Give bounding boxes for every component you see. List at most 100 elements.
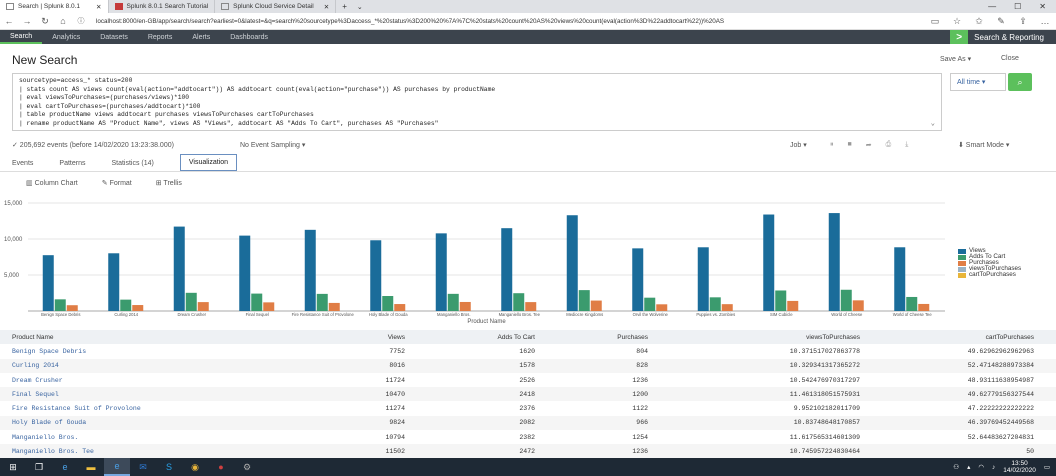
skype-icon[interactable]: S (156, 458, 182, 476)
product-name-cell[interactable]: Manganiello Bros. (0, 434, 300, 441)
column-header[interactable]: viewsToPurchases (648, 334, 860, 341)
x-tick-label: Curling 2014 (114, 312, 138, 317)
browser-tab-tutorial[interactable]: Splunk 8.0.1 Search Tutorial (109, 0, 216, 13)
x-tick-label: Holy Blade of Gouda (369, 312, 408, 317)
product-name-cell[interactable]: Benign Space Debris (0, 348, 300, 355)
favorites-icon[interactable]: ✩ (968, 16, 990, 27)
job-menu[interactable]: Job ▾ (790, 141, 807, 149)
tab-visualization[interactable]: Visualization (179, 154, 238, 171)
wifi-icon[interactable]: ◠ (978, 463, 984, 471)
bar-adds-to-cart (644, 297, 656, 311)
close-button[interactable]: Close (1001, 55, 1019, 62)
event-count-status: ✓ 205,692 events (before 14/02/2020 13:2… (12, 142, 174, 149)
edge-icon[interactable]: e (52, 458, 78, 476)
export-icon[interactable]: ⤓ (905, 141, 908, 149)
product-name-cell[interactable]: Final Sequel (0, 391, 300, 398)
product-name-cell[interactable]: Holy Blade of Gouda (0, 419, 300, 426)
app-name[interactable]: > Search & Reporting (950, 30, 1056, 44)
network-icon[interactable]: ▴ (967, 463, 970, 471)
more-icon[interactable]: … (1034, 16, 1056, 26)
tab-patterns[interactable]: Patterns (59, 160, 95, 171)
pause-icon[interactable]: ⏸ (830, 141, 834, 149)
legend-swatch (958, 248, 966, 254)
app-tab-search[interactable]: Search (0, 30, 43, 44)
bar-views (108, 253, 120, 311)
x-tick-label: Manganiello Bros. Tee (499, 312, 541, 317)
close-icon[interactable]: ✕ (96, 3, 101, 11)
app-icon[interactable]: ⚙ (234, 458, 260, 476)
maximize-icon[interactable]: ☐ (1014, 2, 1021, 11)
app-tab-datasets[interactable]: Datasets (90, 30, 138, 44)
trellis-menu[interactable]: ⊞ Trellis (156, 179, 182, 187)
url-input[interactable]: localhost:8000/en-GB/app/search/search?e… (90, 15, 924, 27)
clock[interactable]: 13:50 14/02/2020 (1003, 460, 1036, 474)
notes-icon[interactable]: ✎ (990, 16, 1012, 27)
event-sampling-dropdown[interactable]: No Event Sampling ▾ (240, 141, 305, 149)
column-header[interactable]: cartToPurchases (860, 334, 1034, 341)
expand-chevron-icon[interactable]: ⌄ (931, 120, 935, 129)
format-menu[interactable]: ✎ Format (102, 179, 132, 187)
people-icon[interactable]: ⚇ (953, 463, 959, 471)
product-name-cell[interactable]: Fire Resistance Suit of Provolone (0, 405, 300, 412)
tab-events[interactable]: Events (12, 160, 43, 171)
save-as-button[interactable]: Save As ▾ (940, 55, 971, 63)
table-cell: 10470 (385, 390, 405, 398)
search-button[interactable]: ⌕ (1008, 73, 1032, 91)
print-icon[interactable]: ⎙ (886, 141, 892, 149)
favorite-star-icon[interactable]: ☆ (946, 16, 968, 27)
close-window-icon[interactable]: ✕ (1039, 2, 1046, 11)
edge-active-icon[interactable]: e (104, 458, 130, 476)
table-cell: 1236 (632, 448, 648, 456)
browser-tab-label: Splunk 8.0.1 Search Tutorial (126, 3, 209, 10)
share-icon[interactable]: ⇪ (1012, 16, 1034, 27)
task-view-icon[interactable]: ❐ (26, 458, 52, 476)
bar-adds-to-cart (382, 296, 394, 311)
stop-icon[interactable]: ■ (848, 141, 852, 149)
table-cell: 46.39769452449568 (967, 419, 1034, 427)
browser-tab-splunk-search[interactable]: Search | Splunk 8.0.1 ✕ (0, 0, 109, 13)
back-icon[interactable]: ← (0, 16, 18, 26)
column-header[interactable]: Views (300, 334, 405, 341)
browser-tab-cloud[interactable]: Splunk Cloud Service Detail ✕ (215, 0, 337, 13)
app-icon[interactable]: ● (208, 458, 234, 476)
column-chart-menu[interactable]: ▥ Column Chart (26, 179, 78, 187)
app-tab-reports[interactable]: Reports (138, 30, 183, 44)
bar-adds-to-cart (251, 293, 263, 311)
app-tab-dashboards[interactable]: Dashboards (220, 30, 278, 44)
volume-icon[interactable]: ♪ (992, 464, 995, 471)
table-row: Manganiello Bros. 10794 2382 1254 11.6175653… (0, 430, 1056, 444)
product-name-cell[interactable]: Dream Crusher (0, 377, 300, 384)
table-cell: 966 (636, 419, 648, 427)
app-tab-alerts[interactable]: Alerts (182, 30, 220, 44)
new-tab-icon[interactable]: + (342, 2, 347, 11)
minimize-icon[interactable]: — (988, 2, 996, 11)
table-cell: 48.93111638954987 (967, 376, 1034, 384)
forward-icon[interactable]: → (18, 16, 36, 26)
home-icon[interactable]: ⌂ (54, 16, 72, 26)
chrome-icon[interactable]: ◉ (182, 458, 208, 476)
share-icon[interactable]: ➦ (866, 141, 872, 149)
chevron-down-icon[interactable]: ⌄ (357, 3, 363, 11)
windows-taskbar: ⊞ ❐ e ▬ e ✉ S ◉ ● ⚙ ⚇ ▴ ◠ ♪ 13:50 14/02/… (0, 458, 1056, 476)
file-explorer-icon[interactable]: ▬ (78, 458, 104, 476)
tab-statistics[interactable]: Statistics (14) (111, 160, 163, 171)
column-chart[interactable]: 15,000 10,000 5,000 Benign Space Debris Curl… (0, 193, 1056, 327)
product-name-cell[interactable]: Curling 2014 (0, 362, 300, 369)
column-header[interactable]: Purchases (535, 334, 648, 341)
close-icon[interactable]: ✕ (324, 3, 329, 11)
time-range-picker[interactable]: All time ▾ (950, 73, 1006, 91)
browser-tab-strip: Search | Splunk 8.0.1 ✕ Splunk 8.0.1 Sea… (0, 0, 1056, 13)
refresh-icon[interactable]: ↻ (36, 16, 54, 27)
outlook-icon[interactable]: ✉ (130, 458, 156, 476)
product-name-cell[interactable]: Manganiello Bros. Tee (0, 448, 300, 455)
column-header[interactable]: Adds To Cart (405, 334, 535, 341)
search-mode-dropdown[interactable]: ⬇ Smart Mode ▾ (958, 141, 1009, 149)
notifications-icon[interactable]: ▭ (1044, 463, 1050, 471)
reading-view-icon[interactable]: ▭ (924, 16, 946, 27)
search-query-input[interactable]: sourcetype=access_* status=200 | stats c… (12, 73, 942, 131)
app-tab-analytics[interactable]: Analytics (42, 30, 90, 44)
column-chart-label: Column Chart (34, 180, 78, 187)
column-header[interactable]: Product Name (0, 334, 300, 341)
windows-start-icon[interactable]: ⊞ (0, 458, 26, 476)
legend-item[interactable]: cartToPurchases (958, 271, 1021, 278)
